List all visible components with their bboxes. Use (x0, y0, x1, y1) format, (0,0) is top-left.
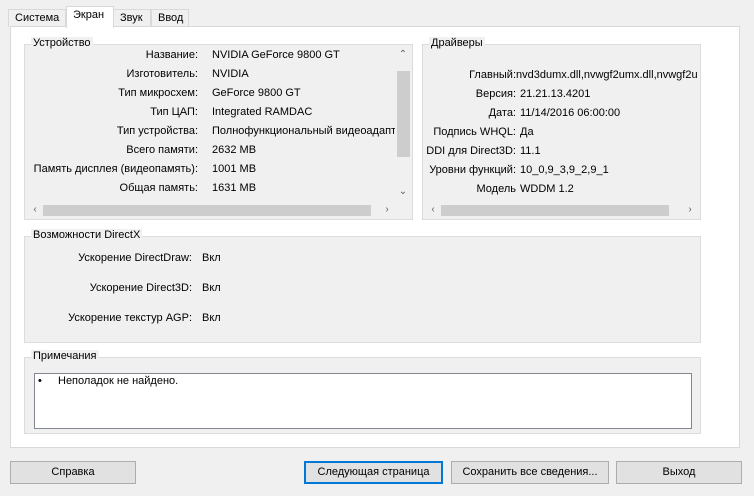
device-key: Всего памяти: (126, 144, 198, 156)
scroll-right-icon[interactable]: › (684, 204, 696, 216)
directx-key: Ускорение Direct3D: (89, 282, 192, 294)
device-row: Общая память: 1631 MB (25, 182, 395, 199)
device-group-title: Устройство (31, 37, 93, 49)
driver-row: Версия: 21.21.13.4201 (423, 88, 700, 106)
tab-sound[interactable]: Звук (113, 9, 151, 27)
device-horizontal-scrollbar[interactable]: ‹ › (27, 202, 395, 219)
driver-key: Дата: (488, 107, 516, 119)
directx-group-title: Возможности DirectX (31, 229, 143, 241)
next-page-button[interactable]: Следующая страница (304, 461, 443, 484)
driver-row: Уровни функций: 10_0,9_3,9_2,9_1 (423, 164, 700, 182)
scroll-left-icon[interactable]: ‹ (29, 204, 41, 216)
notes-group: Примечания • Неполадок не найдено. (24, 350, 701, 434)
tab-display[interactable]: Экран (66, 6, 114, 28)
device-value: 1001 MB (212, 163, 257, 175)
device-value: NVIDIA GeForce 9800 GT (212, 49, 340, 61)
exit-button[interactable]: Выход (616, 461, 742, 484)
device-value: NVIDIA (212, 68, 249, 80)
device-row: Название: NVIDIA GeForce 9800 GT (25, 49, 395, 67)
driver-key: DDI для Direct3D: (426, 145, 516, 157)
scroll-down-icon[interactable]: ⌄ (397, 186, 409, 198)
device-row: Тип микросхем: GeForce 9800 GT (25, 87, 395, 105)
driver-key: Уровни функций: (429, 164, 516, 176)
tab-label: Ввод (158, 12, 184, 24)
device-hscroll-thumb[interactable] (43, 205, 371, 216)
device-row: Изготовитель: NVIDIA (25, 68, 395, 86)
device-key: Тип устройства: (116, 125, 198, 137)
device-row: Всего памяти: 2632 MB (25, 144, 395, 162)
driver-key: Главный: (469, 69, 516, 81)
directx-row: Ускорение текстур AGP: Вкл (25, 312, 325, 330)
help-button[interactable]: Справка (10, 461, 136, 484)
driver-key: Подпись WHQL: (433, 126, 516, 138)
drivers-group: Драйверы Главный: nvd3dumx.dll,nvwgf2umx.… (422, 37, 701, 220)
directx-key: Ускорение текстур AGP: (68, 312, 192, 324)
device-list: Название: NVIDIA GeForce 9800 GT Изготови… (25, 49, 395, 199)
scroll-right-icon[interactable]: › (381, 204, 393, 216)
notes-item: • Неполадок не найдено. (38, 375, 178, 387)
device-key: Тип ЦАП: (150, 106, 198, 118)
drivers-horizontal-scrollbar[interactable]: ‹ › (425, 202, 698, 219)
bullet-icon: • (38, 375, 42, 387)
device-vscroll-thumb[interactable] (397, 71, 410, 157)
device-key: Изготовитель: (126, 68, 199, 80)
directx-value: Вкл (202, 312, 221, 324)
device-value: 2632 MB (212, 144, 257, 156)
directx-value: Вкл (202, 282, 221, 294)
tab-input[interactable]: Ввод (151, 9, 189, 27)
driver-value: 11/14/2016 06:00:00 (520, 107, 621, 119)
tab-label: Экран (73, 9, 105, 21)
device-key: Общая память: (119, 182, 198, 194)
notes-item-text: Неполадок не найдено. (58, 375, 179, 387)
device-vertical-scrollbar[interactable]: ⌃ ⌄ (395, 47, 412, 200)
driver-value: nvd3dumx.dll,nvwgf2umx.dll,nvwgf2u (516, 69, 698, 81)
driver-value: 11.1 (520, 145, 541, 157)
device-value: Полнофункциональный видеоадапт (212, 125, 395, 137)
driver-key: Версия: (475, 88, 516, 100)
save-all-info-button[interactable]: Сохранить все сведения... (451, 461, 609, 484)
device-value: Integrated RAMDAC (212, 106, 313, 118)
directx-row: Ускорение Direct3D: Вкл (25, 282, 325, 300)
tab-panel: Устройство Название: NVIDIA GeForce 9800 … (10, 26, 740, 448)
driver-value: WDDM 1.2 (520, 183, 574, 195)
directx-row: Ускорение DirectDraw: Вкл (25, 252, 325, 270)
driver-row: Модель WDDM 1.2 (423, 183, 700, 201)
device-row: Тип устройства: Полнофункциональный видео… (25, 125, 395, 143)
scroll-up-icon[interactable]: ⌃ (397, 49, 409, 61)
notes-group-title: Примечания (31, 350, 99, 362)
directx-value: Вкл (202, 252, 221, 264)
notes-textbox[interactable]: • Неполадок не найдено. (34, 373, 692, 429)
tab-label: Звук (120, 12, 143, 24)
scroll-left-icon[interactable]: ‹ (427, 204, 439, 216)
tab-label: Система (15, 12, 60, 24)
drivers-hscroll-thumb[interactable] (441, 205, 669, 216)
driver-value: Да (520, 126, 534, 138)
tab-system[interactable]: Система (8, 9, 66, 27)
driver-key: Модель (476, 183, 516, 195)
driver-row: DDI для Direct3D: 11.1 (423, 145, 700, 163)
device-key: Память дисплея (видеопамять): (33, 163, 198, 175)
directx-group: Возможности DirectX Ускорение DirectDraw… (24, 229, 701, 343)
device-group: Устройство Название: NVIDIA GeForce 9800 … (24, 37, 413, 220)
device-value: 1631 MB (212, 182, 257, 194)
driver-value: 21.21.13.4201 (520, 88, 591, 100)
device-value: GeForce 9800 GT (212, 87, 301, 99)
driver-row: Дата: 11/14/2016 06:00:00 (423, 107, 700, 125)
drivers-list: Главный: nvd3dumx.dll,nvwgf2umx.dll,nvwgf… (423, 69, 700, 204)
driver-value: 10_0,9_3,9_2,9_1 (520, 164, 609, 176)
driver-row: Главный: nvd3dumx.dll,nvwgf2umx.dll,nvwgf… (423, 69, 700, 87)
drivers-group-title: Драйверы (429, 37, 485, 49)
device-row: Память дисплея (видеопамять): 1001 MB (25, 163, 395, 181)
device-row: Тип ЦАП: Integrated RAMDAC (25, 106, 395, 124)
driver-row: Подпись WHQL: Да (423, 126, 700, 144)
device-key: Название: (145, 49, 198, 61)
directx-key: Ускорение DirectDraw: (78, 252, 192, 264)
device-key: Тип микросхем: (118, 87, 198, 99)
